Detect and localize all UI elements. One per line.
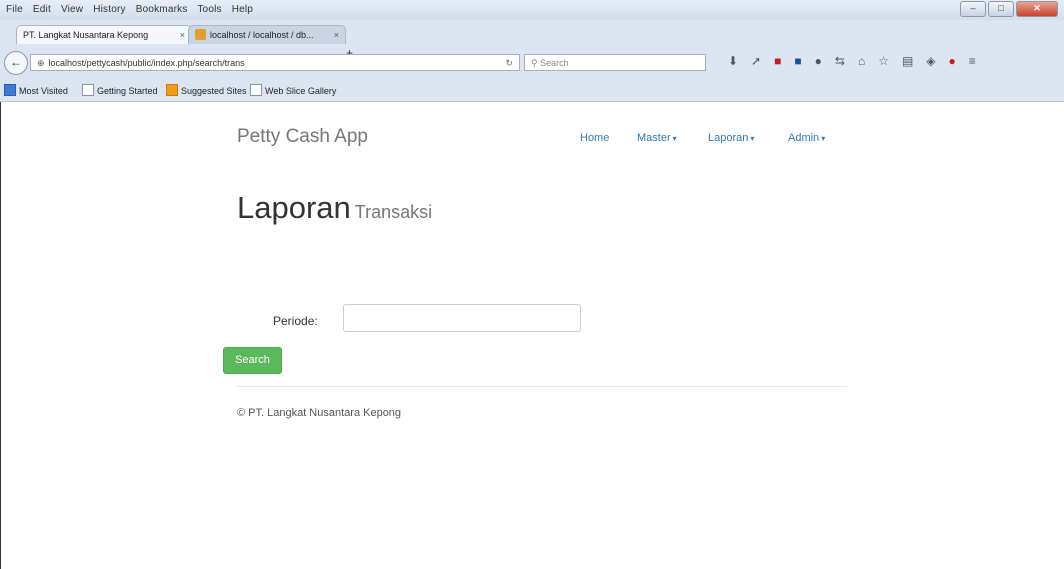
nav-admin[interactable]: Admin ▾ — [788, 132, 825, 144]
reload-icon[interactable]: ↻ — [505, 55, 513, 72]
menu-bookmarks[interactable]: Bookmarks — [136, 4, 188, 15]
phpmyadmin-icon — [195, 29, 206, 40]
tab-close-icon[interactable]: × — [334, 26, 339, 44]
caret-down-icon: ▾ — [821, 134, 826, 143]
page-content: Petty Cash App Home Master ▾ Laporan ▾ Adm… — [0, 102, 1064, 569]
menu-history[interactable]: History — [93, 4, 126, 15]
browser-chrome: File Edit View History Bookmarks Tools H… — [0, 0, 1064, 102]
download-icon[interactable]: ⬇ — [728, 54, 738, 68]
bookmark-web-slice-gallery[interactable]: Web Slice Gallery — [250, 84, 336, 96]
page-subtitle: Transaksi — [354, 202, 433, 222]
nav-laporan[interactable]: Laporan ▾ — [708, 132, 754, 144]
footer-copyright: © PT. Langkat Nusantara Kepong — [237, 407, 402, 419]
address-bar[interactable]: ⊕ localhost/pettycash/public/index.php/se… — [30, 54, 520, 71]
navigation-toolbar: ← ⊕ localhost/pettycash/public/index.php/… — [0, 48, 1064, 78]
divider — [237, 386, 847, 387]
bookmark-getting-started[interactable]: Getting Started — [82, 84, 158, 96]
hamburger-menu-icon[interactable]: ≡ — [969, 54, 976, 68]
url-text: localhost/pettycash/public/index.php/sea… — [48, 58, 245, 68]
caret-down-icon: ▾ — [672, 134, 677, 143]
bookmark-folder-icon — [4, 84, 16, 96]
nav-master[interactable]: Master ▾ — [637, 132, 677, 144]
tab-title: localhost / localhost / db... — [210, 30, 314, 40]
addon-circle-icon[interactable]: ● — [815, 54, 822, 68]
periode-input[interactable] — [343, 304, 581, 332]
page-icon — [250, 84, 262, 96]
bookmark-suggested-sites[interactable]: Suggested Sites — [166, 84, 247, 96]
menu-view[interactable]: View — [61, 4, 83, 15]
tab-strip: PT. Langkat Nusantara Kepong × localhost… — [0, 21, 1064, 60]
home-icon[interactable]: ⌂ — [858, 54, 865, 68]
caret-down-icon: ▾ — [750, 134, 755, 143]
nav-home[interactable]: Home — [580, 132, 609, 144]
tab-close-icon[interactable]: × — [180, 26, 185, 44]
periode-label: Periode: — [273, 314, 318, 328]
menu-edit[interactable]: Edit — [33, 4, 51, 15]
search-button[interactable]: Search — [223, 347, 282, 374]
back-arrow-icon[interactable]: ← — [4, 51, 28, 75]
browser-search-box[interactable]: ⚲ Search — [524, 54, 706, 71]
search-icon: ⚲ — [531, 58, 538, 68]
addon-blue-icon[interactable]: ■ — [794, 54, 801, 68]
maximize-button[interactable]: □ — [988, 1, 1014, 17]
tab-phpmyadmin[interactable]: localhost / localhost / db... × — [188, 25, 346, 44]
suggested-sites-icon — [166, 84, 178, 96]
tab-title: PT. Langkat Nusantara Kepong — [23, 30, 149, 40]
bookmark-star-icon[interactable]: ☆ — [878, 54, 889, 68]
app-brand[interactable]: Petty Cash App — [237, 126, 368, 148]
tab-active[interactable]: PT. Langkat Nusantara Kepong × — [16, 25, 192, 44]
bookmarks-toolbar: Most Visited Getting Started Suggested S… — [0, 80, 1064, 100]
menu-help[interactable]: Help — [232, 4, 253, 15]
sync-icon[interactable]: ⇆ — [835, 54, 845, 68]
globe-icon: ⊕ — [37, 58, 45, 68]
menu-bar: File Edit View History Bookmarks Tools H… — [0, 0, 1064, 20]
page-title: Laporan Transaksi — [237, 190, 433, 225]
addon-red-icon[interactable]: ■ — [774, 54, 781, 68]
menu-file[interactable]: File — [6, 4, 23, 15]
search-placeholder: Search — [540, 58, 569, 68]
menu-tools[interactable]: Tools — [197, 4, 221, 15]
bookmarks-list-icon[interactable]: ▤ — [902, 54, 913, 68]
pocket-icon[interactable]: ◈ — [926, 54, 935, 68]
close-window-button[interactable]: ✕ — [1016, 1, 1058, 17]
page-icon — [82, 84, 94, 96]
minimize-button[interactable]: – — [960, 1, 986, 17]
bookmark-most-visited[interactable]: Most Visited — [4, 84, 68, 96]
send-icon[interactable]: ➚ — [751, 54, 761, 68]
toolbar-icons: ⬇ ➚ ■ ■ ● ⇆ ⌂ ☆ ▤ ◈ ● ≡ — [728, 54, 976, 68]
addon-red-circle-icon[interactable]: ● — [949, 54, 956, 68]
